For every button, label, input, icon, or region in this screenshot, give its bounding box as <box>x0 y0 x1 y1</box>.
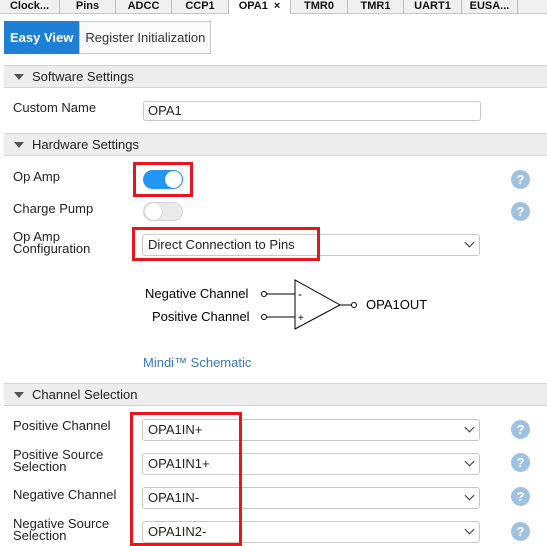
tab-register-initialization[interactable]: Register Initialization <box>79 21 212 54</box>
negative-pin-icon <box>261 291 267 297</box>
custom-name-label: Custom Name <box>13 100 97 115</box>
op-amp-label: Op Amp <box>13 169 60 184</box>
charge-pump-help-icon[interactable]: ? <box>511 202 530 221</box>
toggle-knob <box>145 203 162 220</box>
tab-adcc[interactable]: ADCC <box>116 0 172 14</box>
tab-easy-view[interactable]: Easy View <box>4 21 80 54</box>
tab-ccp1[interactable]: CCP1 <box>172 0 229 14</box>
chevron-down-icon <box>464 490 475 501</box>
tab-tmr1[interactable]: TMR1 <box>348 0 404 14</box>
tab-opa1[interactable]: OPA1 × <box>229 0 291 14</box>
module-tab-strip: Clock... Pins ADCC CCP1 OPA1 × TMR0 TMR1 … <box>0 0 547 14</box>
chevron-down-icon <box>464 422 475 433</box>
collapse-caret-icon <box>14 74 24 81</box>
collapse-caret-icon <box>14 142 24 149</box>
section-title: Software Settings <box>32 69 134 84</box>
chevron-down-icon <box>464 456 475 467</box>
positive-channel-text: Positive Channel <box>152 309 250 324</box>
view-tabs: Easy View Register Initialization <box>4 21 212 54</box>
mindi-schematic-link[interactable]: Mindi™ Schematic <box>143 355 251 370</box>
negative-source-help-icon[interactable]: ? <box>511 522 530 541</box>
tab-uart1[interactable]: UART1 <box>404 0 462 14</box>
tab-label: TMR1 <box>360 0 391 12</box>
positive-channel-label: Positive Channel <box>13 418 111 433</box>
highlight-box <box>130 412 242 546</box>
tab-pins[interactable]: Pins <box>60 0 116 14</box>
tab-label: Pins <box>75 0 100 12</box>
op-amp-schematic: Negative Channel Positive Channel - + OP… <box>145 279 427 330</box>
section-title: Channel Selection <box>32 387 138 402</box>
tab-label: EUSA... <box>469 0 510 12</box>
tab-label: TMR0 <box>304 0 334 12</box>
custom-name-input[interactable]: OPA1 <box>143 101 481 121</box>
tab-label: ADCC <box>127 0 160 12</box>
negative-channel-help-icon[interactable]: ? <box>511 487 530 506</box>
minus-sign: - <box>298 287 302 301</box>
op-amp-configuration-label-line2: Configuration <box>13 241 91 256</box>
tab-label: OPA1 <box>238 0 268 12</box>
positive-channel-help-icon[interactable]: ? <box>511 420 530 439</box>
highlight-box <box>132 227 320 261</box>
chevron-down-icon <box>464 237 475 248</box>
tab-label: CCP1 <box>185 0 215 12</box>
hardware-settings-header[interactable]: Hardware Settings <box>4 133 547 156</box>
highlight-box <box>133 162 193 197</box>
chevron-down-icon <box>464 524 475 535</box>
software-settings-header[interactable]: Software Settings <box>4 65 547 88</box>
positive-pin-icon <box>261 314 267 320</box>
section-title: Hardware Settings <box>32 137 139 152</box>
positive-source-label-line2: Selection <box>13 459 67 474</box>
charge-pump-toggle[interactable] <box>143 202 183 221</box>
positive-source-help-icon[interactable]: ? <box>511 453 530 472</box>
plus-sign: + <box>298 313 304 324</box>
tab-label: Clock... <box>9 0 50 12</box>
channel-selection-header[interactable]: Channel Selection <box>4 383 547 406</box>
tab-clock[interactable]: Clock... <box>0 0 60 14</box>
output-text: OPA1OUT <box>366 297 427 312</box>
output-pin-icon <box>351 302 357 308</box>
collapse-caret-icon <box>14 392 24 399</box>
negative-source-label-line2: Selection <box>13 528 67 543</box>
negative-channel-text: Negative Channel <box>145 286 248 301</box>
op-amp-help-icon[interactable]: ? <box>511 170 530 189</box>
tab-label: UART1 <box>414 0 451 12</box>
tab-eusart[interactable]: EUSA... <box>462 0 518 14</box>
negative-channel-label: Negative Channel <box>13 487 117 502</box>
tab-tmr0[interactable]: TMR0 <box>291 0 348 14</box>
charge-pump-label: Charge Pump <box>13 201 94 216</box>
close-tab-icon[interactable]: × <box>274 0 280 12</box>
